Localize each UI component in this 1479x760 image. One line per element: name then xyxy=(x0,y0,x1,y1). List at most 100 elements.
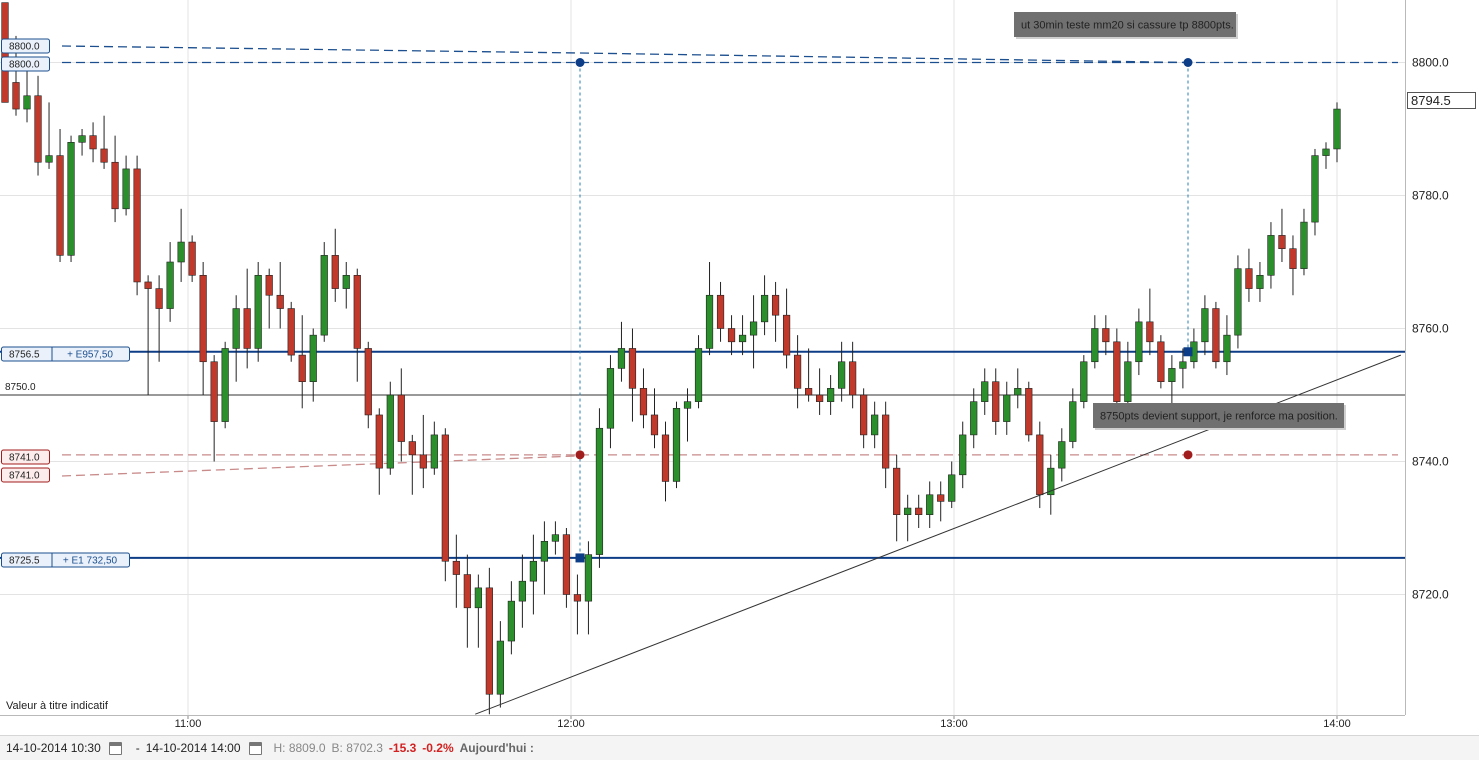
candle-down xyxy=(1245,268,1253,289)
stop-marker xyxy=(575,450,585,460)
candle-down xyxy=(1157,341,1165,382)
candle-down xyxy=(353,274,361,349)
candle-up xyxy=(904,507,912,515)
x-tick-label: 13:00 xyxy=(940,718,968,730)
start-date[interactable]: 14-10-2014 10:30 xyxy=(6,741,101,755)
candle-down xyxy=(463,574,471,609)
candle-down xyxy=(331,255,339,289)
calendar-icon[interactable] xyxy=(248,741,262,755)
candle-up xyxy=(540,540,549,562)
candle-down xyxy=(111,161,119,210)
y-tick-label: 8720.0 xyxy=(1412,588,1449,602)
annotation-note-text: 8750pts devient support, je renforce ma … xyxy=(1100,411,1338,423)
candle-down xyxy=(915,507,923,515)
date-separator: - xyxy=(135,741,140,755)
candle-up xyxy=(518,580,526,602)
candle-up xyxy=(749,321,758,336)
candle-down xyxy=(849,361,857,396)
change-value: -15.3 xyxy=(388,741,417,755)
candle-down xyxy=(992,381,1000,422)
candle-up xyxy=(738,334,747,343)
position-tag-amount: + E957,50 xyxy=(67,350,113,361)
candle-up xyxy=(760,294,769,323)
candle-down xyxy=(1146,321,1154,343)
target-marker xyxy=(575,58,585,67)
candle-down xyxy=(287,308,295,356)
candle-up xyxy=(981,381,989,402)
candle-up xyxy=(177,241,185,263)
candle-up xyxy=(23,95,31,110)
candle-up xyxy=(1003,394,1011,422)
entry-marker xyxy=(575,553,585,563)
candle-up xyxy=(232,308,240,349)
candle-down xyxy=(639,388,648,416)
high-value: H: 8809.0 xyxy=(273,741,326,755)
candle-down xyxy=(133,168,141,283)
candle-down xyxy=(937,494,945,502)
candle-up xyxy=(67,142,75,256)
candle-up xyxy=(386,394,394,469)
stop-marker xyxy=(1183,450,1193,460)
candle-down xyxy=(1036,434,1044,496)
candle-down xyxy=(188,241,196,276)
candle-down xyxy=(782,314,791,356)
low-value: B: 8702.3 xyxy=(331,741,383,755)
candle-down xyxy=(1102,328,1110,343)
candle-up xyxy=(1135,321,1143,363)
candle-up xyxy=(78,135,86,143)
candle-down xyxy=(298,354,306,383)
candle-up xyxy=(948,474,956,502)
candle-down xyxy=(661,434,670,482)
stop-tag-price: 8741.0 xyxy=(9,453,40,464)
position-tag-price: 8725.5 xyxy=(9,556,40,567)
candle-down xyxy=(893,467,901,515)
candle-up xyxy=(254,274,262,349)
period-label: Aujourd'hui : xyxy=(459,741,534,755)
candle-down xyxy=(1212,308,1220,363)
candle-down xyxy=(860,394,868,436)
candle-down xyxy=(650,414,659,436)
candle-up xyxy=(1256,274,1264,289)
calendar-icon[interactable] xyxy=(108,741,122,755)
candle-up xyxy=(122,168,130,210)
candle-up xyxy=(827,388,835,402)
annotation-note-text: ut 30min teste mm20 si cassure tp 8800pt… xyxy=(1021,20,1234,32)
candle-down xyxy=(882,414,890,469)
candle-up xyxy=(551,534,560,542)
candle-down xyxy=(210,361,218,422)
candle-down xyxy=(199,274,207,363)
candle-down xyxy=(562,534,571,595)
candle-down xyxy=(364,348,372,416)
candle-up xyxy=(926,494,934,516)
candle-down xyxy=(56,155,64,256)
candle-up xyxy=(1201,308,1209,343)
x-tick-label: 14:00 xyxy=(1323,718,1351,730)
candle-up xyxy=(1322,148,1330,156)
position-tag-amount: + E1 732,50 xyxy=(63,556,118,567)
candle-up xyxy=(1333,108,1341,150)
change-pct: -0.2% xyxy=(422,741,454,755)
candle-up xyxy=(959,434,967,476)
entry-marker xyxy=(1183,347,1193,357)
candle-down xyxy=(485,587,493,695)
target-tag-price: 8800.0 xyxy=(9,42,40,53)
candle-up xyxy=(1080,361,1088,402)
candle-up xyxy=(595,427,604,555)
candle-up xyxy=(871,414,879,436)
candle-down xyxy=(419,454,427,469)
candle-down xyxy=(276,294,284,309)
reference-level-label: 8750.0 xyxy=(5,382,36,393)
price-chart[interactable]: 8800.0 8800.0 8741.0 8741.0 8756.5 + E957,50 8… xyxy=(0,0,1479,735)
candle-down xyxy=(155,288,163,309)
candle-up xyxy=(606,368,615,429)
candle-down xyxy=(1113,341,1121,402)
candle-up xyxy=(672,407,681,482)
end-date[interactable]: 14-10-2014 14:00 xyxy=(146,741,241,755)
candle-up xyxy=(838,361,846,389)
y-tick-label: 8740.0 xyxy=(1412,455,1449,469)
candle-up xyxy=(705,294,714,349)
candle-down xyxy=(771,294,780,316)
candle-up xyxy=(683,401,692,409)
candle-down xyxy=(265,274,273,296)
candle-up xyxy=(617,348,626,369)
